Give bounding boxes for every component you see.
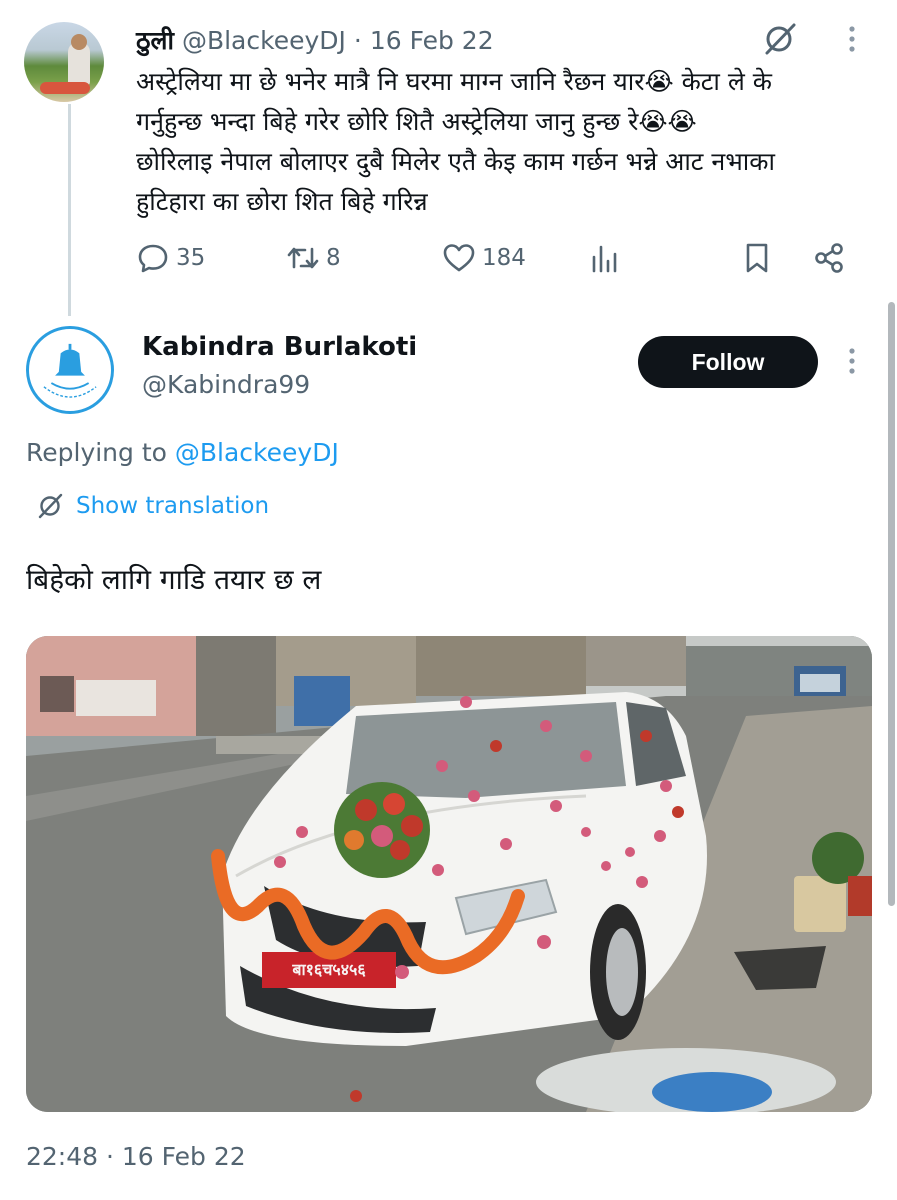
tweet-date[interactable]: 16 Feb 22 <box>370 26 494 55</box>
decorated-car-image <box>26 636 872 1112</box>
reply-count: 35 <box>176 245 206 271</box>
header-separator: · <box>353 25 362 55</box>
share-icon <box>815 243 843 273</box>
tweet-actions: 35 8 184 <box>136 236 866 280</box>
tweet-text-line: अस्ट्रेलिया मा छे भनेर मात्रै नि घरमा मा… <box>136 67 772 96</box>
tweet-text-line: हुटिहारा का छोरा शित बिहे गरिन्न <box>136 187 428 216</box>
replying-mention-link[interactable]: @BlackeeyDJ <box>175 438 339 467</box>
user-handle[interactable]: @Kabindra99 <box>142 370 310 399</box>
retweet-count: 8 <box>326 245 341 271</box>
tweet-header: ठुली @BlackeeyDJ · 16 Feb 22 <box>136 24 494 56</box>
show-translation-button[interactable]: Show translation <box>36 492 269 520</box>
grok-icon[interactable] <box>762 22 798 56</box>
display-name[interactable]: Kabindra Burlakoti <box>142 332 417 362</box>
reply-icon <box>138 244 168 273</box>
more-vertical-icon[interactable] <box>842 346 862 376</box>
reply-button[interactable]: 35 <box>136 236 205 280</box>
like-count: 184 <box>482 245 526 271</box>
grok-icon <box>38 493 63 519</box>
views-chart-icon <box>592 245 617 273</box>
tweet-text-line: गर्नुहुन्छ भन्दा बिहे गरेर छोरि शितै अस्… <box>136 107 697 136</box>
tweet-text: अस्ट्रेलिया मा छे भनेर मात्रै नि घरमा मा… <box>136 62 876 222</box>
more-vertical-icon[interactable] <box>842 24 862 54</box>
tweet-text-line: छोरिलाइ नेपाल बोलाएर दुबै मिलेर एतै केइ … <box>136 147 775 176</box>
views-button[interactable] <box>588 236 622 280</box>
user-handle[interactable]: @BlackeeyDJ <box>182 26 346 55</box>
tweet-photo[interactable]: बा१६च५४५६ <box>26 636 872 1112</box>
show-translation-label: Show translation <box>76 493 270 519</box>
retweet-icon <box>287 247 319 269</box>
tweet-text: बिहेको लागि गाडि तयार छ ल <box>26 563 322 596</box>
display-name[interactable]: ठुली <box>136 23 174 57</box>
heart-icon <box>443 244 475 272</box>
replying-to: Replying to @BlackeeyDJ <box>26 438 339 467</box>
bookmark-icon <box>746 243 768 273</box>
avatar[interactable] <box>24 22 104 102</box>
avatar[interactable] <box>26 326 114 414</box>
bookmark-button[interactable] <box>740 236 774 280</box>
replying-prefix: Replying to <box>26 438 175 467</box>
like-button[interactable]: 184 <box>442 236 526 280</box>
tweet-timestamp[interactable]: 22:48 · 16 Feb 22 <box>26 1142 246 1171</box>
follow-button[interactable]: Follow <box>638 336 818 388</box>
retweet-button[interactable]: 8 <box>286 236 341 280</box>
share-button[interactable] <box>812 236 846 280</box>
license-plate-text: बा१६च५४५६ <box>292 960 366 979</box>
thread-connector-line <box>68 104 71 316</box>
scrollbar-thumb[interactable] <box>888 302 895 906</box>
avatar-head <box>71 34 87 50</box>
avatar-food <box>40 82 90 94</box>
